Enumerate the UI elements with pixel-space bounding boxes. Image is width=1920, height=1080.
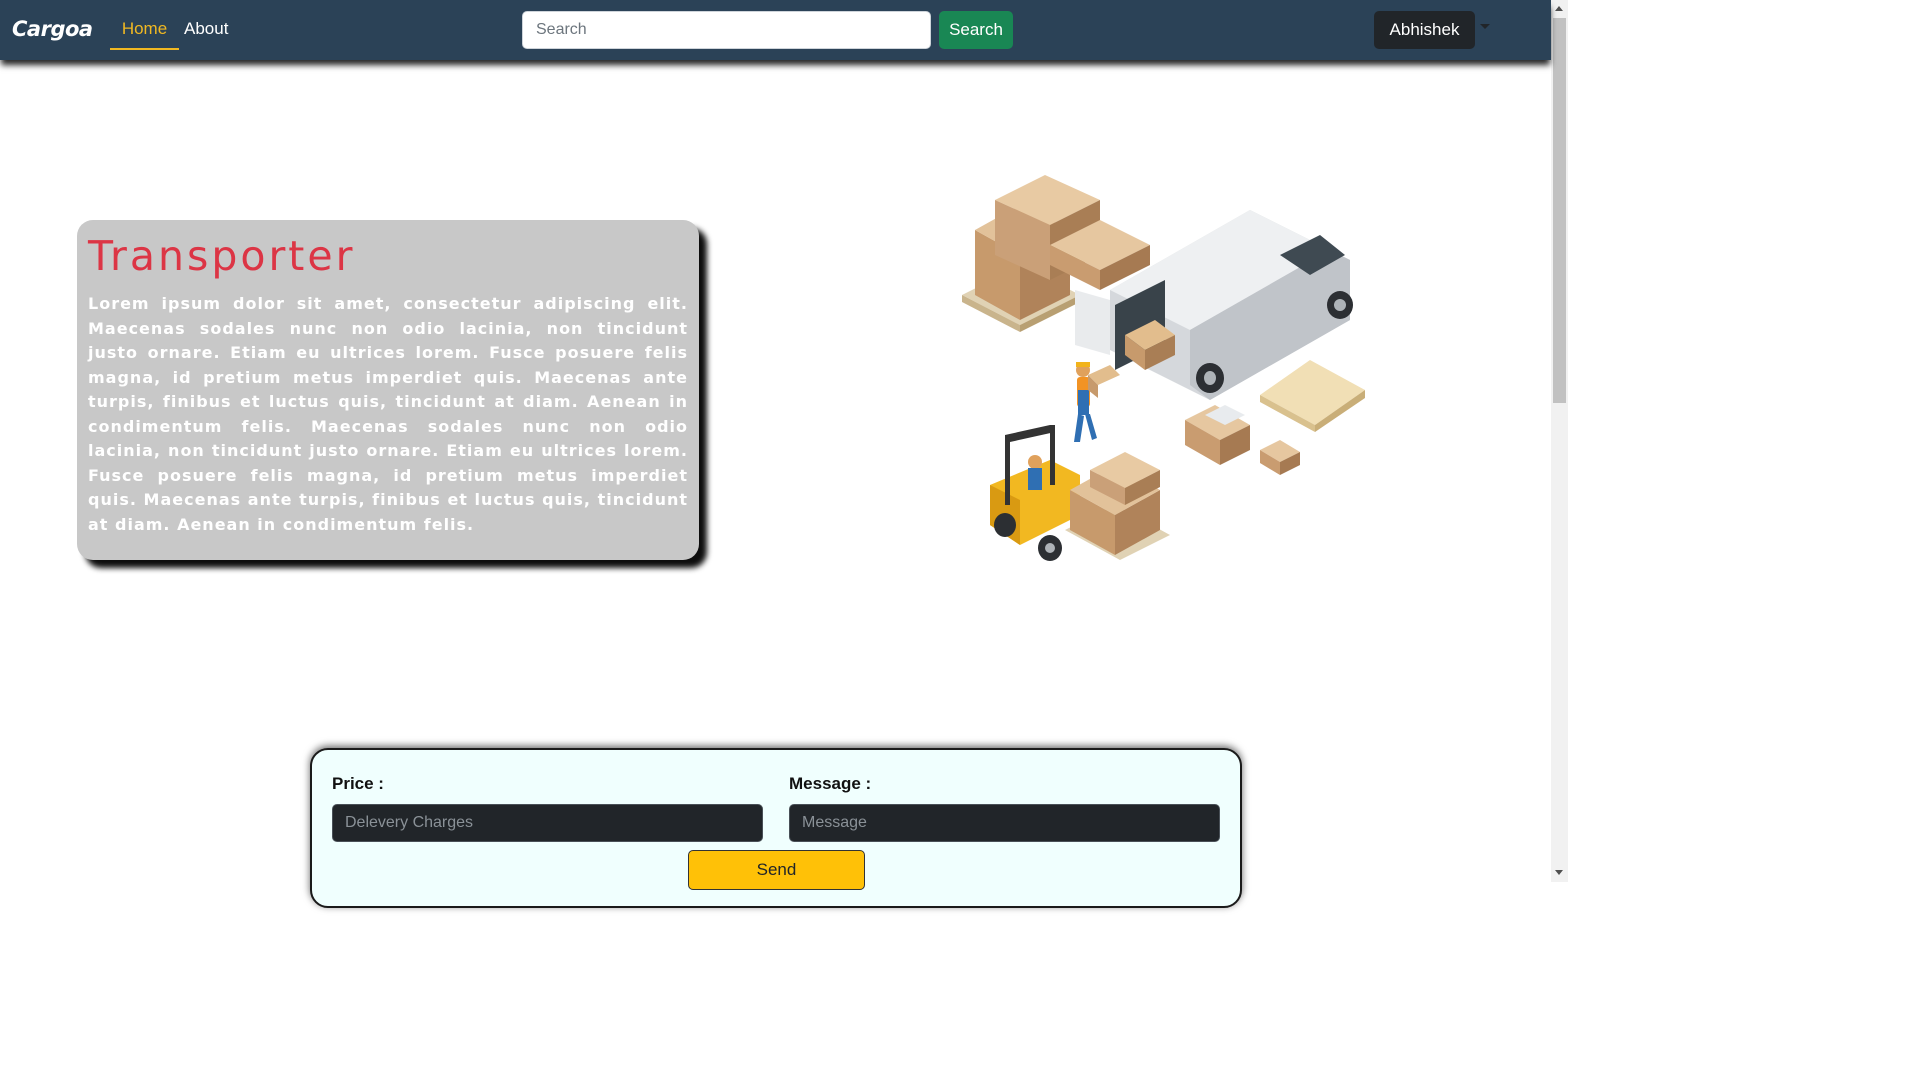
- nav-link-about[interactable]: About: [184, 10, 228, 50]
- price-input[interactable]: [332, 804, 763, 842]
- scrollbar-thumb[interactable]: [1553, 18, 1566, 403]
- scroll-down-arrow-icon[interactable]: [1555, 870, 1563, 875]
- transporter-card: Transporter Lorem ipsum dolor sit amet, …: [77, 220, 699, 560]
- nav-link-home[interactable]: Home: [110, 10, 179, 50]
- top-navbar: Cargoa Home About Search Abhishek: [0, 0, 1551, 60]
- scroll-up-arrow-icon[interactable]: [1555, 6, 1563, 11]
- delivery-form: Price : Message : Send: [310, 748, 1242, 908]
- search-input[interactable]: [522, 11, 931, 49]
- card-description: Lorem ipsum dolor sit amet, consectetur …: [88, 294, 688, 534]
- user-menu-button[interactable]: Abhishek: [1374, 11, 1475, 49]
- search-button[interactable]: Search: [939, 11, 1013, 49]
- small-boxes: [1185, 405, 1300, 475]
- logistics-illustration: [962, 175, 1365, 561]
- message-label: Message :: [789, 774, 872, 793]
- forklift: [990, 425, 1080, 561]
- price-label: Price :: [332, 774, 384, 793]
- box-stack-front: [1065, 452, 1170, 560]
- card-title: Transporter: [88, 232, 356, 280]
- brand-logo[interactable]: Cargoa: [12, 17, 93, 41]
- wooden-pallet: [1260, 360, 1365, 432]
- worker: [1074, 362, 1120, 442]
- chevron-down-icon[interactable]: [1480, 24, 1490, 29]
- message-input[interactable]: [789, 804, 1220, 842]
- send-button[interactable]: Send: [688, 850, 865, 890]
